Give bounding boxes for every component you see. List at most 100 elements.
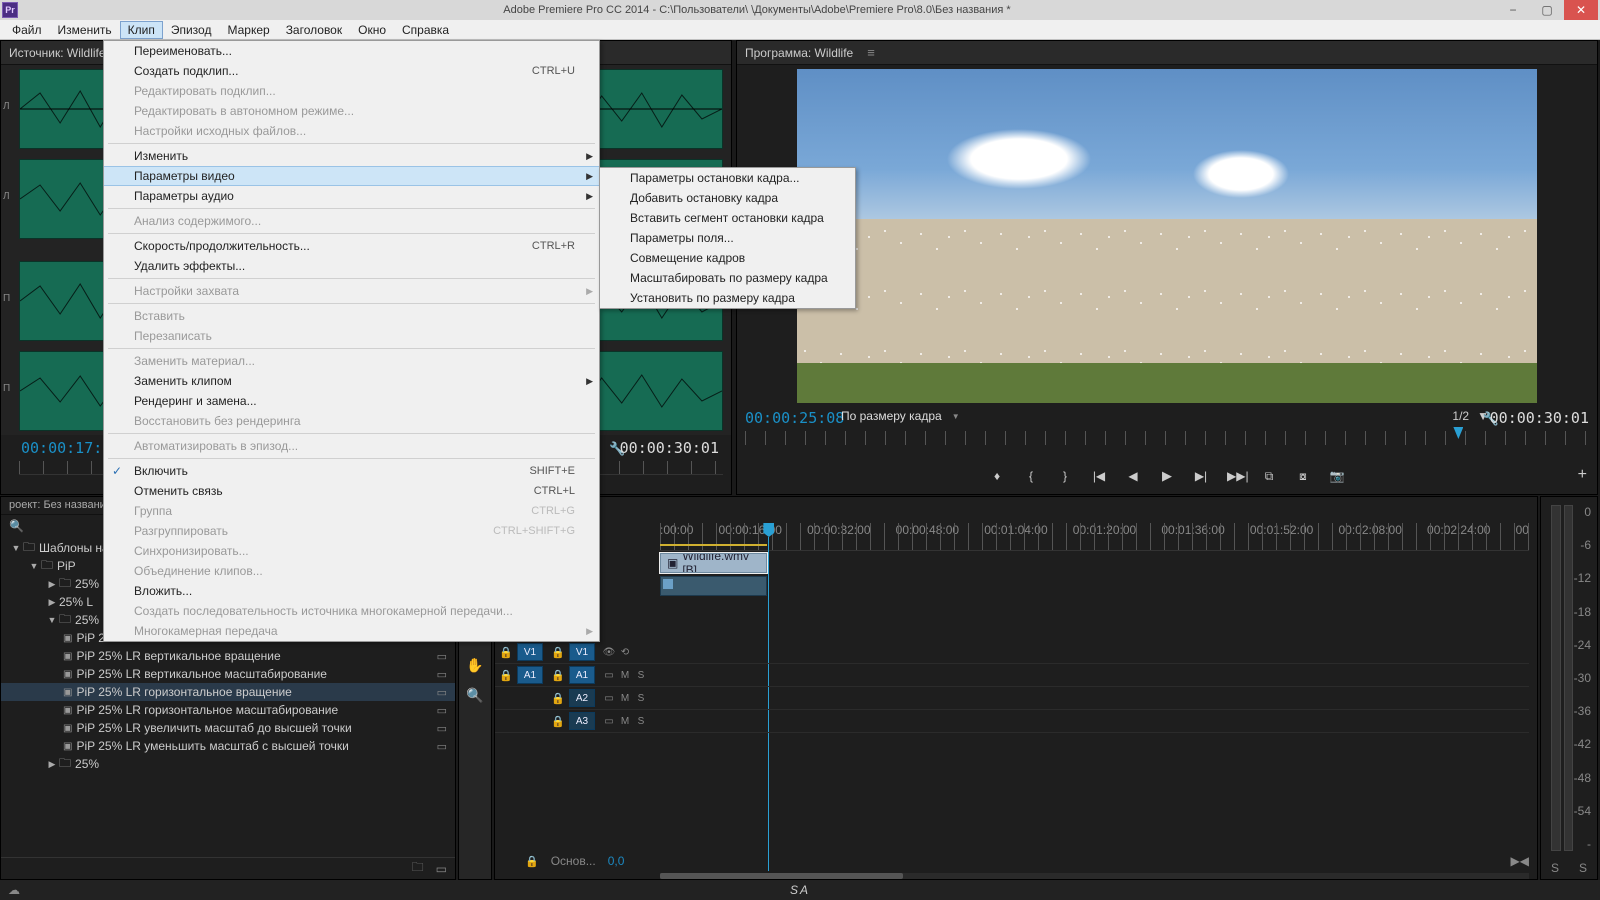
mute-icon[interactable]: M	[617, 716, 633, 727]
tree-row[interactable]: ▣PiP 25% LR уменьшить масштаб с высшей т…	[1, 737, 455, 755]
lock-icon[interactable]: 🔒	[547, 669, 569, 682]
disclosure-icon[interactable]: ▼	[45, 615, 59, 625]
track-target-v1[interactable]: V1	[569, 643, 595, 661]
solo-icon[interactable]: S	[633, 693, 649, 704]
panel-menu-icon[interactable]: ≡	[867, 45, 875, 60]
tree-row[interactable]: ▣PiP 25% LR увеличить масштаб до высшей …	[1, 719, 455, 737]
lock-icon[interactable]: 🔒	[547, 646, 569, 659]
menu-clip[interactable]: Клип	[120, 21, 163, 39]
track-source-v1[interactable]: V1	[517, 643, 543, 661]
step-fwd-icon[interactable]: ▶|	[1193, 469, 1209, 483]
submenu-item[interactable]: Добавить остановку кадра	[600, 188, 855, 208]
lift-icon[interactable]: ⧉	[1261, 469, 1277, 484]
track-source-a1[interactable]: A1	[517, 666, 543, 684]
cloud-sync-icon[interactable]: ☁	[8, 883, 22, 897]
eye-icon[interactable]: ▭	[601, 716, 617, 727]
menu-window[interactable]: Окно	[350, 21, 394, 39]
tree-row[interactable]: ▣PiP 25% LR горизонтальное масштабирован…	[1, 701, 455, 719]
solo-l[interactable]: S	[1551, 861, 1559, 875]
play-icon[interactable]: ▶	[1159, 468, 1175, 484]
video-clip[interactable]: ▣ Wildlife.wmv [В]	[660, 553, 767, 573]
menu-item[interactable]: Заменить клипом▶	[104, 371, 599, 391]
go-start-icon[interactable]: |◀	[1091, 469, 1107, 483]
source-tab-active[interactable]: Источник: Wildlife.	[9, 46, 109, 60]
solo-icon[interactable]: S	[633, 716, 649, 727]
lock-icon[interactable]: 🔒	[495, 646, 517, 659]
submenu-item[interactable]: Совмещение кадров	[600, 248, 855, 268]
track-a2[interactable]: 🔒 🔒 A2 ▭ M S	[495, 687, 1529, 710]
menu-marker[interactable]: Маркер	[219, 21, 277, 39]
menu-edit[interactable]: Изменить	[50, 21, 120, 39]
audio-clip[interactable]	[660, 576, 767, 596]
program-ruler[interactable]	[745, 431, 1589, 445]
go-out-icon[interactable]: }	[1057, 469, 1073, 483]
menu-item[interactable]: Переименовать...	[104, 41, 599, 61]
menu-help[interactable]: Справка	[394, 21, 457, 39]
lock-icon[interactable]: 🔒	[525, 855, 539, 868]
disclosure-icon[interactable]: ▶	[45, 759, 59, 770]
menu-title[interactable]: Заголовок	[278, 21, 350, 39]
menu-item[interactable]: Рендеринг и замена...	[104, 391, 599, 411]
program-monitor[interactable]	[797, 69, 1537, 403]
eye-icon[interactable]: ▭	[601, 670, 617, 681]
track-a1[interactable]: 🔒 A1 🔒 A1 ▭ M S	[495, 664, 1529, 687]
mute-icon[interactable]: M	[617, 670, 633, 681]
master-value[interactable]: 0,0	[608, 854, 625, 868]
submenu-item[interactable]: Параметры поля...	[600, 228, 855, 248]
hand-tool-icon[interactable]: ✋	[465, 657, 485, 677]
track-a3[interactable]: 🔒 🔒 A3 ▭ M S	[495, 710, 1529, 733]
track-target-a3[interactable]: A3	[569, 712, 595, 730]
menu-item[interactable]: Изменить▶	[104, 146, 599, 166]
lock-icon[interactable]: 🔒	[547, 692, 569, 705]
tree-row[interactable]: ▣PiP 25% LR вертикальное масштабирование…	[1, 665, 455, 683]
go-end-icon[interactable]: ▶▶|	[1227, 469, 1243, 483]
bracket-icon[interactable]: ▶◀	[1511, 854, 1529, 868]
timeline-ruler[interactable]: :00:0000:00:16:0000:00:32:0000:00:48:000…	[660, 523, 1529, 551]
menu-item[interactable]: Вложить...	[104, 581, 599, 601]
tree-row[interactable]: ▶🗀25%	[1, 755, 455, 773]
eye-icon[interactable]: ▭	[601, 693, 617, 704]
export-frame-icon[interactable]: 📷	[1329, 469, 1345, 483]
tree-row[interactable]: ▣PiP 25% LR горизонтальное вращение▭	[1, 683, 455, 701]
sync-lock-icon[interactable]: ⟲	[617, 647, 633, 658]
disclosure-icon[interactable]: ▶	[45, 597, 59, 608]
disclosure-icon[interactable]: ▼	[27, 561, 41, 571]
menu-item[interactable]: Скорость/продолжительность...CTRL+R	[104, 236, 599, 256]
disclosure-icon[interactable]: ▶	[45, 579, 59, 590]
mark-in-icon[interactable]: ♦	[989, 469, 1005, 483]
menu-item[interactable]: Удалить эффекты...	[104, 256, 599, 276]
track-target-a1[interactable]: A1	[569, 666, 595, 684]
add-button[interactable]: +	[1578, 466, 1587, 484]
timeline-scrollbar[interactable]	[660, 873, 1529, 879]
maximize-button[interactable]: ▢	[1530, 0, 1564, 20]
minimize-button[interactable]: −	[1496, 0, 1530, 20]
menu-sequence[interactable]: Эпизод	[163, 21, 220, 39]
lock-icon[interactable]: 🔒	[495, 669, 517, 682]
solo-icon[interactable]: S	[633, 670, 649, 681]
submenu-item[interactable]: Параметры остановки кадра...	[600, 168, 855, 188]
mute-icon[interactable]: M	[617, 693, 633, 704]
zoom-tool-icon[interactable]: 🔍	[465, 687, 485, 707]
fit-dropdown[interactable]: По размеру кадра▼	[841, 409, 960, 423]
program-timecode[interactable]: 00:00:25:08	[745, 409, 844, 427]
disclosure-icon[interactable]: ▼	[9, 543, 23, 553]
menu-item[interactable]: ✓ВключитьSHIFT+E	[104, 461, 599, 481]
step-back-icon[interactable]: ◀	[1125, 469, 1141, 483]
menu-item[interactable]: Создать подклип...CTRL+U	[104, 61, 599, 81]
eye-icon[interactable]: 👁	[601, 647, 617, 658]
work-area-bar[interactable]	[660, 544, 767, 546]
go-in-icon[interactable]: {	[1023, 469, 1039, 483]
new-bin-icon[interactable]: 🗀	[412, 858, 424, 879]
menu-item[interactable]: Параметры видео▶	[104, 166, 599, 186]
solo-r[interactable]: S	[1579, 861, 1587, 875]
menu-file[interactable]: Файл	[4, 21, 50, 39]
submenu-item[interactable]: Установить по размеру кадра	[600, 288, 855, 308]
new-item-icon[interactable]: ▭	[436, 862, 447, 876]
submenu-item[interactable]: Вставить сегмент остановки кадра	[600, 208, 855, 228]
menu-item[interactable]: Отменить связьCTRL+L	[104, 481, 599, 501]
submenu-item[interactable]: Масштабировать по размеру кадра	[600, 268, 855, 288]
track-target-a2[interactable]: A2	[569, 689, 595, 707]
track-v1[interactable]: 🔒 V1 🔒 V1 👁 ⟲ ▣ Wildlife.wmv [В]	[495, 641, 1529, 664]
lock-icon[interactable]: 🔒	[547, 715, 569, 728]
tree-row[interactable]: ▣PiP 25% LR вертикальное вращение▭	[1, 647, 455, 665]
